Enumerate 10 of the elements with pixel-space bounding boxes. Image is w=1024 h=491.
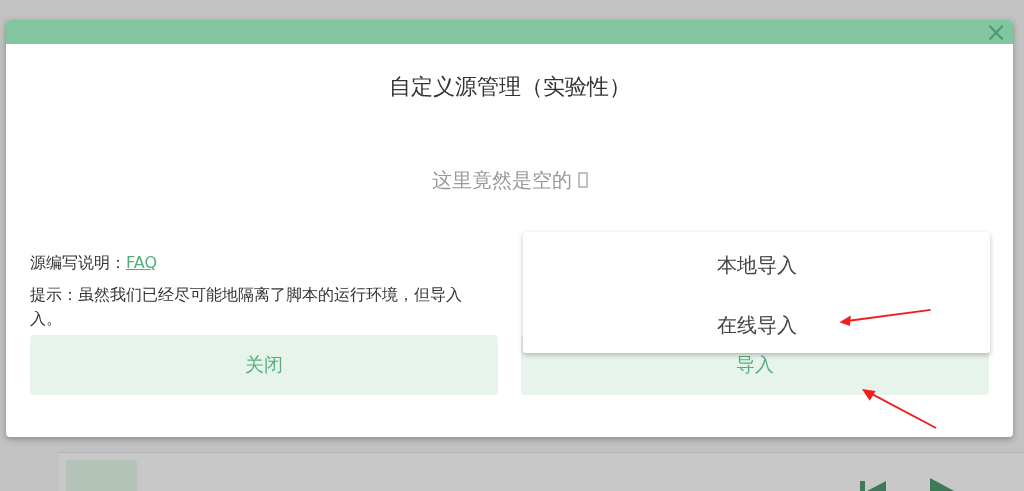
tip-text: 提示：虽然我们已经尽可能地隔离了脚本的运行环境，但导入 [30,284,462,306]
dialog-button[interactable]: 关闭 [30,335,498,395]
empty-message: 这里竟然是空的 [431,167,572,193]
tip-text: 入。 [30,308,62,330]
missing-glyph-icon [577,172,588,188]
menu-item[interactable]: 本地导入 [523,232,990,293]
dialog-title: 自定义源管理（实验性） [387,73,632,101]
faq-link[interactable]: FAQ [126,252,157,274]
faq-label: 源编写说明： [30,252,126,274]
close-button[interactable]: × [979,20,1013,44]
